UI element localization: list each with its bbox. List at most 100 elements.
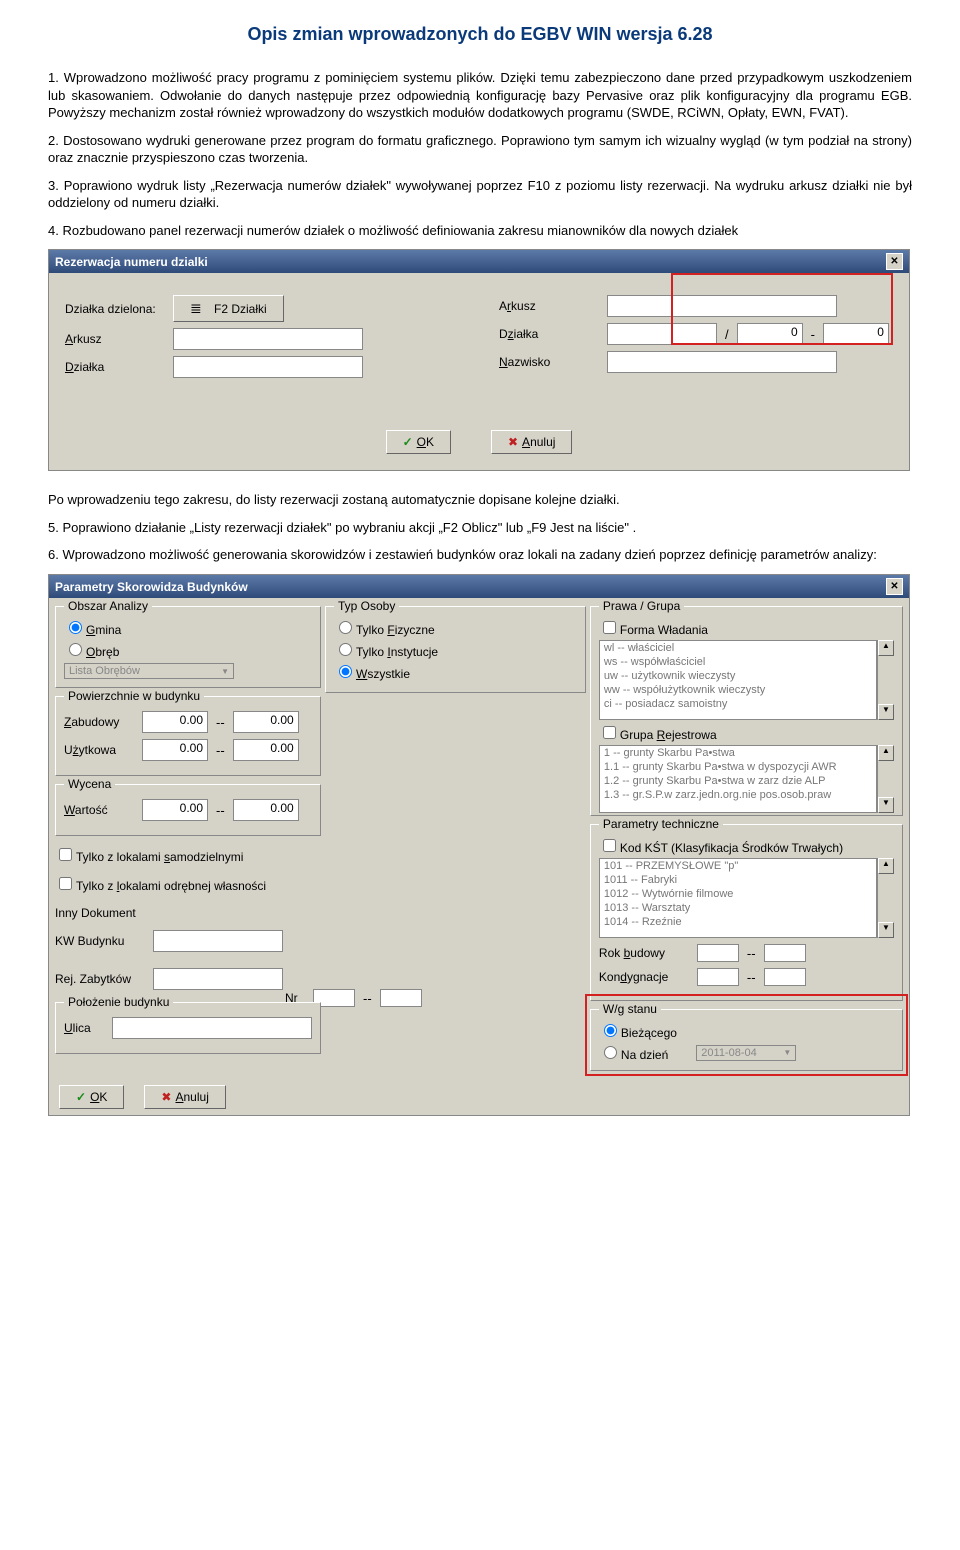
ulica-input[interactable] bbox=[112, 1017, 312, 1039]
sep: -- bbox=[363, 991, 372, 1006]
list-item[interactable]: 1.1 -- grunty Skarbu Pa•stwa w dyspozycj… bbox=[600, 760, 876, 774]
list-item[interactable]: 1014 -- Rzeźnie bbox=[600, 915, 876, 929]
radio-fiz[interactable]: Tylko Fizyczne bbox=[334, 618, 577, 637]
scroll-down-icon[interactable]: ▼ bbox=[878, 704, 894, 720]
list-item[interactable]: 1 -- grunty Skarbu Pa•stwa bbox=[600, 746, 876, 760]
wart-label: Wartość bbox=[64, 803, 134, 817]
list-item[interactable]: uw -- użytkownik wieczysty bbox=[600, 669, 876, 683]
grupa-chk[interactable]: Grupa Rejestrowa bbox=[599, 723, 894, 742]
paragraph-2: 2. Dostosowano wydruki generowane przez … bbox=[48, 132, 912, 167]
radio-gmina[interactable]: Gmina bbox=[64, 618, 312, 637]
paragraph-4: 4. Rozbudowano panel rezerwacji numerów … bbox=[48, 222, 912, 240]
list-item[interactable]: ws -- współwłaściciel bbox=[600, 655, 876, 669]
list-item[interactable]: ci -- posiadacz samoistny bbox=[600, 697, 876, 711]
forma-chk[interactable]: Forma Władania bbox=[599, 618, 894, 637]
arkusz-input-left[interactable] bbox=[173, 328, 363, 350]
close-icon[interactable]: ✕ bbox=[886, 253, 903, 270]
uzy-label: Użytkowa bbox=[64, 743, 134, 757]
ulica-label: Ulica bbox=[64, 1021, 104, 1035]
nr-to[interactable] bbox=[380, 989, 422, 1007]
polozenie-group: Położenie budynku Ulica bbox=[55, 1002, 321, 1054]
grupa-listbox[interactable]: 1 -- grunty Skarbu Pa•stwa 1.1 -- grunty… bbox=[599, 745, 877, 813]
scrollbar[interactable]: ▲▼ bbox=[877, 745, 894, 813]
list-item[interactable]: wl -- właściciel bbox=[600, 641, 876, 655]
scrollbar[interactable]: ▲▼ bbox=[877, 640, 894, 720]
rok-to[interactable] bbox=[764, 944, 806, 962]
zab-from[interactable]: 0.00 bbox=[142, 711, 208, 733]
typ-osoby-group: Typ Osoby Tylko Fizyczne Tylko Instytucj… bbox=[325, 606, 586, 693]
rok-from[interactable] bbox=[697, 944, 739, 962]
paragraph-1: 1. Wprowadzono możliwość pracy programu … bbox=[48, 69, 912, 122]
chk-samodzielne[interactable]: Tylko z lokalami samodzielnymi bbox=[55, 845, 321, 864]
check-icon bbox=[403, 435, 413, 449]
rej-input[interactable] bbox=[153, 968, 283, 990]
zab-to[interactable]: 0.00 bbox=[233, 711, 299, 733]
list-icon bbox=[190, 300, 210, 317]
list-item[interactable]: 1013 -- Warsztaty bbox=[600, 901, 876, 915]
prawa-group: Prawa / Grupa Forma Władania wl -- właśc… bbox=[590, 606, 903, 816]
list-item[interactable]: 1012 -- Wytwórnie filmowe bbox=[600, 887, 876, 901]
rok-label: Rok budowy bbox=[599, 946, 689, 960]
kod-chk[interactable]: Kod KŚT (Klasyfikacja Środków Trwałych) bbox=[599, 836, 894, 855]
dzialka-input-left[interactable] bbox=[173, 356, 363, 378]
wyc-title: Wycena bbox=[64, 777, 115, 791]
nazwisko-input[interactable] bbox=[607, 351, 837, 373]
arkusz-label-left: Arkusz bbox=[65, 332, 165, 346]
scroll-up-icon[interactable]: ▲ bbox=[878, 745, 894, 761]
wart-from[interactable]: 0.00 bbox=[142, 799, 208, 821]
tech-group: Parametry techniczne Kod KŚT (Klasyfikac… bbox=[590, 824, 903, 1001]
scroll-up-icon[interactable]: ▲ bbox=[878, 858, 894, 874]
sep: -- bbox=[216, 743, 225, 758]
dialog-title: Rezerwacja numeru dzialki bbox=[55, 255, 208, 269]
inny-dok-label: Inny Dokument bbox=[55, 906, 321, 920]
scroll-down-icon[interactable]: ▼ bbox=[878, 797, 894, 813]
kw-input[interactable] bbox=[153, 930, 283, 952]
kod-listbox[interactable]: 101 -- PRZEMYSŁOWE "p" 1011 -- Fabryki 1… bbox=[599, 858, 877, 938]
arkusz-label-right: Arkusz bbox=[499, 299, 599, 313]
list-item[interactable]: 101 -- PRZEMYSŁOWE "p" bbox=[600, 859, 876, 873]
sep: -- bbox=[216, 715, 225, 730]
cancel-button-2[interactable]: Anuluj bbox=[144, 1085, 225, 1109]
forma-listbox[interactable]: wl -- właściciel ws -- współwłaściciel u… bbox=[599, 640, 877, 720]
typ-title: Typ Osoby bbox=[334, 599, 399, 613]
close-icon-2[interactable]: ✕ bbox=[886, 578, 903, 595]
paragraph-7: 6. Wprowadzono możliwość generowania sko… bbox=[48, 546, 912, 564]
scrollbar[interactable]: ▲▼ bbox=[877, 858, 894, 938]
dzialka-label-left: Działka bbox=[65, 360, 165, 374]
dzielona-label: Działka dzielona: bbox=[65, 302, 165, 316]
lista-obrebow-dropdown[interactable]: Lista Obrębów bbox=[64, 663, 234, 679]
sep: -- bbox=[216, 803, 225, 818]
wycena-group: Wycena Wartość0.00--0.00 bbox=[55, 784, 321, 836]
check-icon bbox=[76, 1090, 86, 1104]
params-dialog: Parametry Skorowidza Budynków ✕ Obszar A… bbox=[48, 574, 910, 1116]
dialog-titlebar: Rezerwacja numeru dzialki ✕ bbox=[49, 250, 909, 273]
wart-to[interactable]: 0.00 bbox=[233, 799, 299, 821]
list-item[interactable]: ww -- współużytkownik wieczysty bbox=[600, 683, 876, 697]
radio-wsz[interactable]: Wszystkie bbox=[334, 662, 577, 681]
highlight-box-2 bbox=[585, 994, 908, 1076]
radio-inst[interactable]: Tylko Instytucje bbox=[334, 640, 577, 659]
kond-to[interactable] bbox=[764, 968, 806, 986]
scroll-down-icon[interactable]: ▼ bbox=[878, 922, 894, 938]
f2-dzialki-button[interactable]: F2 Działki bbox=[173, 295, 284, 322]
scroll-up-icon[interactable]: ▲ bbox=[878, 640, 894, 656]
paragraph-3: 3. Poprawiono wydruk listy „Rezerwacja n… bbox=[48, 177, 912, 212]
kond-label: Kondygnacje bbox=[599, 970, 689, 984]
nazwisko-label: Nazwisko bbox=[499, 355, 599, 369]
dzialka-label-right: Działka bbox=[499, 327, 599, 341]
poloz-title: Położenie budynku bbox=[64, 995, 173, 1009]
list-item[interactable]: 1.2 -- grunty Skarbu Pa•stwa w zarz dzie… bbox=[600, 774, 876, 788]
kond-from[interactable] bbox=[697, 968, 739, 986]
ok-button-2[interactable]: OK bbox=[59, 1085, 124, 1109]
list-item[interactable]: 1.3 -- gr.S.P.w zarz.jedn.org.nie pos.os… bbox=[600, 788, 876, 802]
radio-obreb[interactable]: Obręb bbox=[64, 640, 312, 659]
uzy-from[interactable]: 0.00 bbox=[142, 739, 208, 761]
uzy-to[interactable]: 0.00 bbox=[233, 739, 299, 761]
ok-button[interactable]: OK bbox=[386, 430, 451, 454]
cancel-button[interactable]: Anuluj bbox=[491, 430, 572, 454]
list-item[interactable]: 1011 -- Fabryki bbox=[600, 873, 876, 887]
chk-odrebnej[interactable]: Tylko z lokalami odrębnej własności bbox=[55, 874, 321, 893]
reservation-dialog: Rezerwacja numeru dzialki ✕ Działka dzie… bbox=[48, 249, 910, 471]
x-icon bbox=[161, 1090, 171, 1104]
paragraph-6: 5. Poprawiono działanie „Listy rezerwacj… bbox=[48, 519, 912, 537]
